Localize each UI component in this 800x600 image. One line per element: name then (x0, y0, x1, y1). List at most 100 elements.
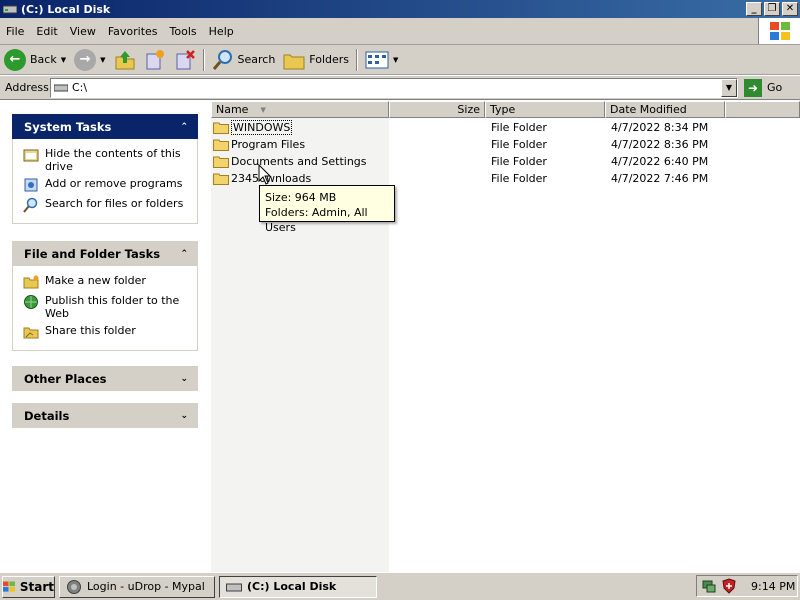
up-folder-icon (115, 50, 134, 69)
up-folder-button[interactable] (110, 46, 140, 74)
forward-button[interactable]: → ▼ (70, 46, 109, 74)
back-label: Back (30, 53, 57, 66)
go-label: Go (767, 81, 783, 94)
file-row[interactable]: Documents and Settings File Folder 4/7/2… (211, 153, 800, 170)
start-label: Start (19, 579, 54, 594)
file-list[interactable]: Name ▼ Size Type Date Modified WINDOWS F… (211, 101, 800, 572)
clock[interactable]: 9:14 PM (751, 580, 795, 593)
views-button[interactable]: ▼ (361, 46, 402, 74)
menu-favorites[interactable]: Favorites (102, 25, 164, 38)
file-row[interactable]: WINDOWS File Folder 4/7/2022 8:34 PM (211, 119, 800, 136)
task-add-remove-programs[interactable]: Add or remove programs (23, 177, 191, 193)
chevron-down-icon[interactable]: ▼ (61, 56, 66, 64)
restore-button[interactable]: ❐ (764, 2, 780, 16)
minimize-button[interactable]: _ (746, 2, 762, 16)
address-field[interactable]: C:\ ▼ (50, 77, 738, 98)
task-label: Share this folder (45, 324, 136, 337)
address-bar: Address C:\ ▼ ➜ Go (0, 76, 800, 100)
task-publish-to-web[interactable]: Publish this folder to the Web (23, 294, 191, 320)
close-button[interactable]: ✕ (782, 2, 798, 16)
file-row[interactable]: Program Files File Folder 4/7/2022 8:36 … (211, 136, 800, 153)
folders-label: Folders (309, 53, 350, 66)
column-name-label: Name (216, 103, 249, 116)
folder-icon (213, 139, 229, 151)
address-dropdown-button[interactable]: ▼ (721, 78, 737, 97)
copy-to-button[interactable] (140, 46, 170, 74)
details-pane: Details ⌄ (12, 403, 198, 428)
task-search-files[interactable]: Search for files or folders (23, 197, 191, 213)
sort-arrow-icon: ▼ (260, 105, 266, 114)
task-make-new-folder[interactable]: Make a new folder (23, 274, 191, 290)
column-date[interactable]: Date Modified (605, 101, 725, 118)
search-button[interactable]: Search (208, 46, 280, 74)
title-bar[interactable]: (C:) Local Disk _ ❐ ✕ (0, 0, 800, 18)
go-button[interactable]: ➜ Go (744, 78, 783, 97)
windows-logo-icon (758, 18, 800, 44)
system-tasks-body: Hide the contents of this drive Add or r… (12, 139, 198, 224)
folder-icon (213, 122, 229, 134)
details-title: Details (24, 408, 70, 423)
file-type: File Folder (491, 138, 547, 151)
start-button[interactable]: Start (2, 575, 55, 598)
chevron-down-icon[interactable]: ▼ (393, 56, 398, 64)
file-name-cell: WINDOWS (213, 120, 293, 135)
system-tasks-title: System Tasks (24, 119, 112, 134)
file-type: File Folder (491, 172, 547, 185)
folder-info-tooltip: Size: 964 MB Folders: Admin, All Users (259, 185, 395, 234)
taskbar: Start Login - uDrop - Mypal (C:) Local D… (0, 572, 800, 600)
search-icon (212, 49, 232, 70)
collapse-icon[interactable]: ⌃ (180, 122, 188, 132)
windows-flag-icon (3, 580, 15, 592)
drive-icon (226, 583, 242, 591)
details-header[interactable]: Details ⌄ (12, 403, 198, 428)
other-places-pane: Other Places ⌄ (12, 366, 198, 391)
taskbar-item-label: (C:) Local Disk (247, 580, 337, 593)
back-button[interactable]: ← Back ▼ (0, 46, 70, 74)
system-tray: 9:14 PM (696, 575, 798, 597)
expand-icon[interactable]: ⌄ (180, 411, 188, 421)
delete-button[interactable] (170, 46, 200, 74)
expand-icon[interactable]: ⌄ (180, 374, 188, 384)
menu-bar: File Edit View Favorites Tools Help (0, 18, 800, 45)
go-arrow-icon: ➜ (744, 78, 762, 97)
file-date: 4/7/2022 8:36 PM (611, 138, 709, 151)
menu-file[interactable]: File (0, 25, 30, 38)
column-type[interactable]: Type (485, 101, 605, 118)
file-date: 4/7/2022 6:40 PM (611, 155, 709, 168)
security-shield-icon[interactable] (721, 578, 737, 594)
chevron-down-icon[interactable]: ▼ (100, 56, 105, 64)
menu-tools[interactable]: Tools (164, 25, 203, 38)
file-folder-tasks-header[interactable]: File and Folder Tasks ⌃ (12, 241, 198, 266)
column-size[interactable]: Size (389, 101, 485, 118)
task-pane: System Tasks ⌃ Hide the contents of this… (0, 101, 211, 572)
menu-view[interactable]: View (64, 25, 102, 38)
file-name: Documents and Settings (231, 155, 367, 168)
file-date: 4/7/2022 7:46 PM (611, 172, 709, 185)
system-tasks-header[interactable]: System Tasks ⌃ (12, 114, 198, 139)
column-name[interactable]: Name ▼ (211, 101, 389, 118)
folder-icon (213, 173, 229, 185)
file-type: File Folder (491, 121, 547, 134)
other-places-header[interactable]: Other Places ⌄ (12, 366, 198, 391)
tooltip-size: Size: 964 MB (265, 191, 337, 204)
taskbar-item-explorer[interactable]: (C:) Local Disk (219, 575, 377, 598)
task-hide-contents[interactable]: Hide the contents of this drive (23, 147, 191, 173)
collapse-icon[interactable]: ⌃ (180, 249, 188, 259)
copy-to-icon (146, 49, 164, 69)
views-icon (365, 51, 389, 68)
address-value: C:\ (72, 81, 88, 94)
address-label: Address (5, 81, 49, 94)
folders-button[interactable]: Folders (279, 46, 353, 74)
add-remove-programs-icon (24, 178, 38, 192)
taskbar-item-browser[interactable]: Login - uDrop - Mypal (59, 575, 215, 598)
file-folder-tasks-title: File and Folder Tasks (24, 246, 161, 261)
menu-edit[interactable]: Edit (30, 25, 63, 38)
file-name-cell: Documents and Settings (213, 155, 367, 168)
task-label: Make a new folder (45, 274, 146, 287)
system-tasks-pane: System Tasks ⌃ Hide the contents of this… (12, 114, 198, 224)
task-share-folder[interactable]: Share this folder (23, 324, 191, 340)
forward-arrow-icon: → (74, 48, 97, 71)
network-icon[interactable] (701, 578, 717, 594)
file-name: Program Files (231, 138, 306, 151)
menu-help[interactable]: Help (203, 25, 240, 38)
